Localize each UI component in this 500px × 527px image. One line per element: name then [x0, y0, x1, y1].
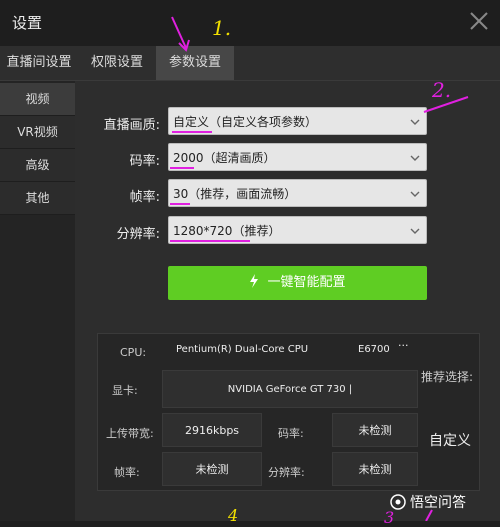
sidebar-item-video[interactable]: 视频	[0, 83, 75, 116]
recommend-label: 推荐选择:	[420, 370, 473, 384]
resolution-select[interactable]: 1280*720（推荐）	[168, 216, 427, 244]
quality-value: 自定义（自定义各项参数）	[173, 115, 318, 129]
title-bar: 设置	[0, 0, 500, 46]
bitrate-select[interactable]: 2000（超清画质）	[168, 143, 427, 171]
gpu-value: NVIDIA GeForce GT 730 |	[162, 370, 418, 408]
resolution-value: 1280*720（推荐）	[173, 224, 281, 238]
chevron-down-icon	[410, 191, 420, 197]
smart-config-button[interactable]: 一键智能配置	[168, 266, 427, 300]
quality-label: 直播画质:	[103, 118, 160, 133]
tab-permission-settings[interactable]: 权限设置	[78, 46, 156, 80]
tab-room-settings[interactable]: 直播间设置	[0, 46, 78, 80]
bitrate-info-label: 码率:	[278, 427, 304, 440]
bitrate-value: 2000（超清画质）	[173, 151, 276, 165]
chevron-down-icon	[410, 155, 420, 161]
framerate-info-value: 未检测	[162, 452, 262, 486]
sidebar-item-vr-video[interactable]: VR视频	[0, 116, 75, 149]
gpu-label: 显卡:	[112, 384, 138, 397]
quality-select[interactable]: 自定义（自定义各项参数）	[168, 107, 427, 135]
window-title: 设置	[12, 14, 43, 32]
hardware-info-panel: CPU: Pentium(R) Dual-Core CPU E6700 ··· …	[97, 333, 480, 491]
bitrate-info-value: 未检测	[332, 413, 418, 447]
upload-label: 上传带宽:	[106, 427, 154, 440]
sidebar-item-other[interactable]: 其他	[0, 182, 75, 215]
wukong-logo-icon	[390, 494, 406, 510]
more-icon[interactable]: ···	[398, 330, 409, 362]
upload-value: 2916kbps	[162, 413, 262, 447]
framerate-select[interactable]: 30（推荐，画面流畅）	[168, 179, 427, 207]
annotation-number-2: 2.	[432, 78, 452, 102]
sidebar-item-advanced[interactable]: 高级	[0, 149, 75, 182]
cpu-info: Pentium(R) Dual-Core CPU E6700 ···	[162, 334, 418, 368]
smart-config-label: 一键智能配置	[267, 275, 346, 290]
lightning-icon	[250, 274, 259, 288]
tab-parameter-settings[interactable]: 参数设置	[156, 46, 234, 80]
watermark-text: 悟空问答	[410, 495, 466, 511]
cpu-model: E6700	[358, 344, 390, 355]
recommend-value: 自定义	[429, 433, 471, 449]
sidebar: 视频 VR视频 高级 其他	[0, 81, 75, 521]
bitrate-label: 码率:	[129, 154, 160, 169]
chevron-down-icon	[410, 228, 420, 234]
annotation-number-1: 1.	[212, 16, 232, 40]
cpu-value: Pentium(R) Dual-Core CPU	[176, 344, 309, 355]
tab-bar: 直播间设置 权限设置 参数设置	[0, 46, 500, 81]
close-icon[interactable]	[468, 10, 490, 32]
framerate-value: 30（推荐，画面流畅）	[173, 187, 297, 201]
resolution-label: 分辨率:	[116, 227, 160, 242]
annotation-number-4: 4	[228, 506, 239, 525]
resolution-info-value: 未检测	[332, 452, 418, 486]
framerate-label: 帧率:	[129, 190, 160, 205]
framerate-info-label: 帧率:	[114, 466, 140, 479]
watermark: 悟空问答	[390, 492, 466, 512]
cpu-label: CPU:	[120, 346, 147, 359]
resolution-info-label: 分辨率:	[268, 466, 305, 479]
chevron-down-icon	[410, 119, 420, 125]
